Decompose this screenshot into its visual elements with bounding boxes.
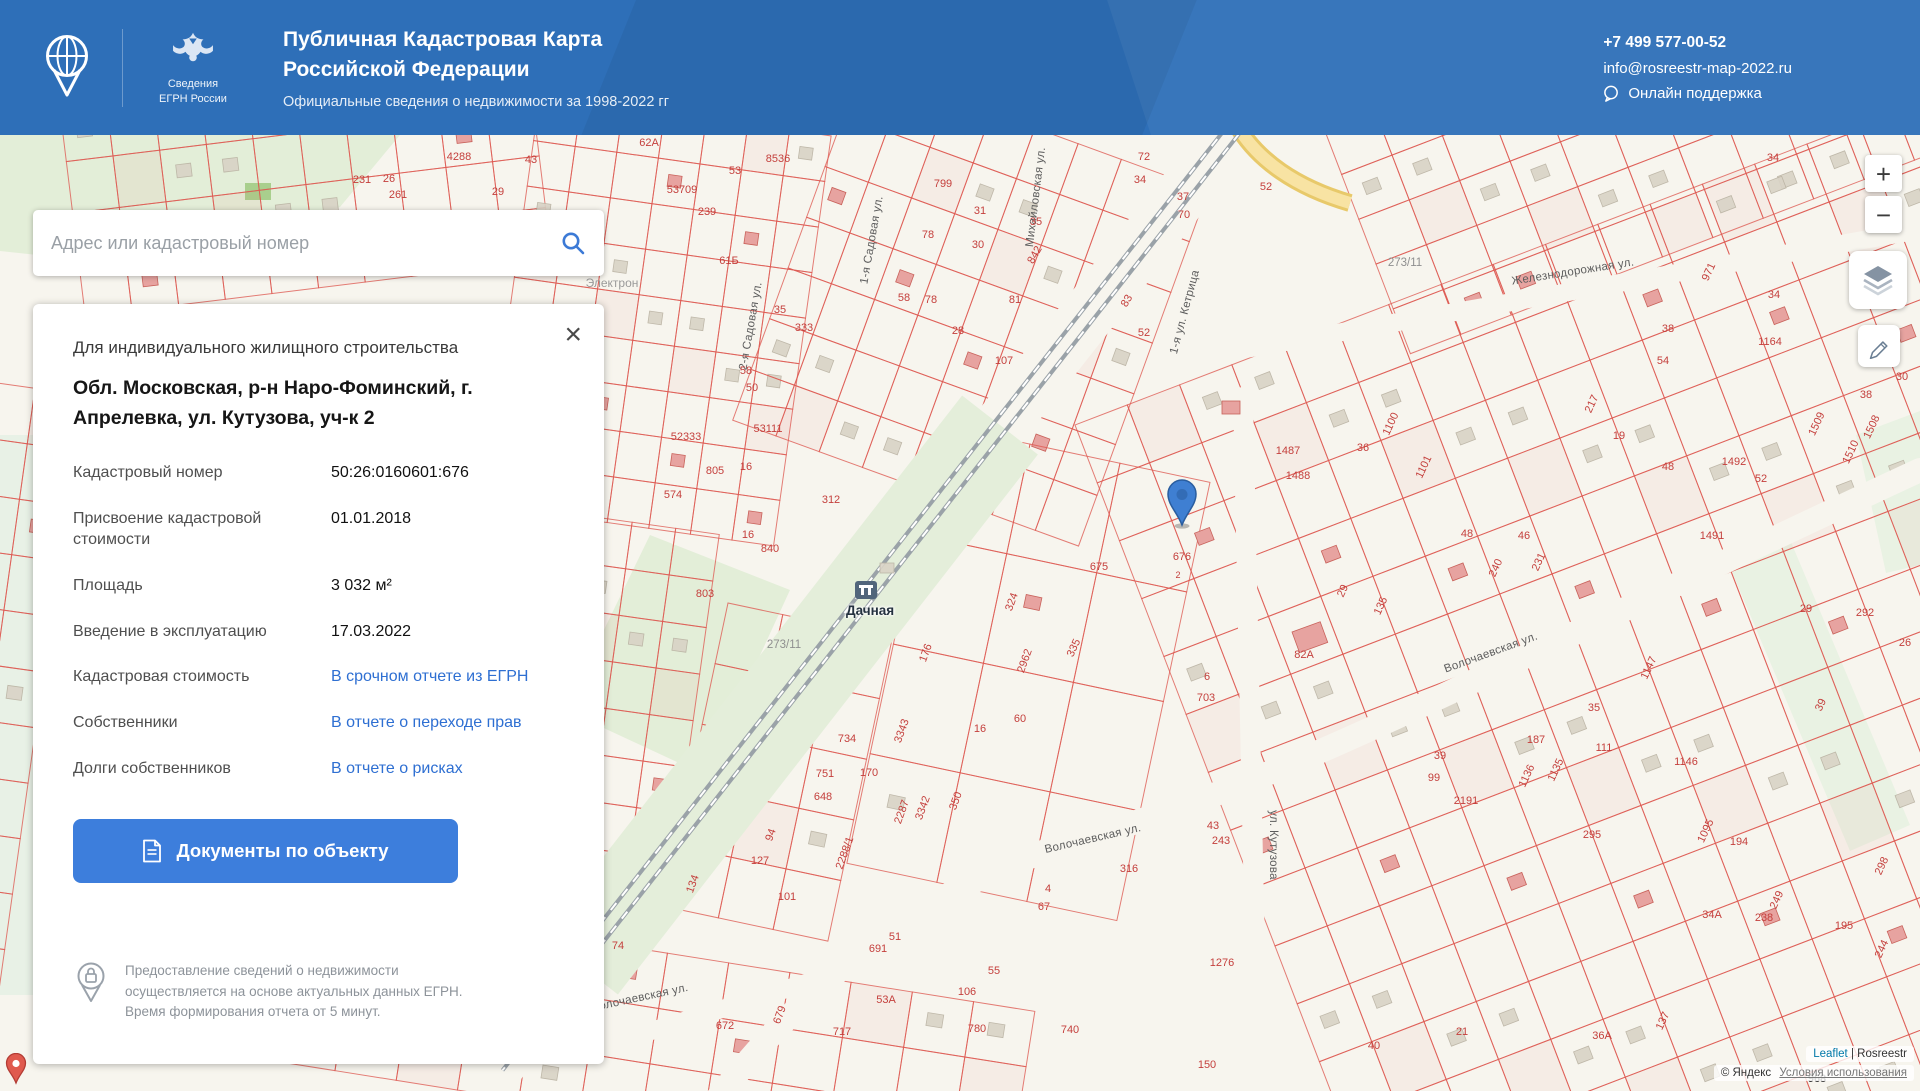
egrn-note: Предоставление сведений о недвижимости о… [73,961,564,1022]
risks-report-link[interactable]: В отчете о рисках [331,759,564,780]
commissioning-date-value: 17.03.2022 [331,622,564,643]
ruler-pencil-icon [1866,333,1892,359]
measure-button[interactable] [1858,325,1900,367]
page-subtitle: Официальные сведения о недвижимости за 1… [283,94,669,110]
map-attribution: Leaflet | Rosreestr © Яндекс Условия исп… [1714,1046,1914,1081]
layers-icon [1860,262,1896,298]
egrn-note-text: Предоставление сведений о недвижимости о… [125,961,495,1022]
close-panel-button[interactable]: × [564,320,582,350]
object-documents-button[interactable]: Документы по объекту [73,819,458,883]
object-address: Обл. Московская, р-н Наро-Фоминский, г. … [73,373,564,433]
chat-bubble-icon [1603,85,1620,102]
pin-lock-icon [73,961,109,1005]
red-map-pin[interactable] [4,1053,28,1090]
map-pin-marker[interactable] [1164,479,1200,536]
search-input[interactable] [33,210,604,276]
cadastral-number-value: 50:26:0160601:676 [331,463,564,484]
document-icon [142,839,162,863]
zoom-controls: + − [1865,155,1902,233]
search-icon[interactable] [560,230,586,261]
object-category: Для индивидуального жилищного строительс… [73,338,564,358]
site-logo-icon[interactable] [38,31,96,104]
attribute-row: Введение в эксплуатацию 17.03.2022 [73,622,564,643]
attribute-row: Площадь 3 032 м² [73,576,564,597]
coat-of-arms-icon [171,29,215,67]
header: Сведения ЕГРН России Публичная Кадастров… [0,0,1920,135]
search-box [33,210,604,276]
cadastral-value-report-link[interactable]: В срочном отчете из ЕГРН [331,667,564,688]
zoom-out-button[interactable]: − [1865,196,1902,233]
object-attributes: Кадастровый номер 50:26:0160601:676 Прис… [73,463,564,804]
emblem-caption-line1: Сведения [147,77,239,92]
layers-button[interactable] [1849,251,1907,309]
contact-email[interactable]: info@rosreestr-map-2022.ru [1603,60,1792,77]
page-title: Публичная Кадастровая Карта Российской Ф… [283,25,669,86]
valuation-date-value: 01.01.2018 [331,509,564,551]
leaflet-link[interactable]: Leaflet [1813,1048,1848,1060]
object-info-panel: × Для индивидуального жилищного строител… [33,304,604,1064]
app: Сведения ЕГРН России Публичная Кадастров… [0,0,1920,1091]
owners-report-link[interactable]: В отчете о переходе прав [331,713,564,734]
attribute-row: Присвоение кадастровой стоимости 01.01.2… [73,509,564,551]
zoom-in-button[interactable]: + [1865,155,1902,192]
emblem-caption-line2: ЕГРН России [147,92,239,107]
header-divider [122,29,123,107]
terms-of-use-link[interactable]: Условия использования [1779,1067,1907,1079]
area-value: 3 032 м² [331,576,564,597]
attribution-separator: | [1851,1048,1854,1060]
rosreestr-link[interactable]: Rosreestr [1857,1048,1907,1060]
egrn-emblem: Сведения ЕГРН России [147,29,239,107]
attribute-row: Кадастровая стоимость В срочном отчете и… [73,667,564,688]
attribute-row: Кадастровый номер 50:26:0160601:676 [73,463,564,484]
online-support-link[interactable]: Онлайн поддержка [1603,85,1792,102]
contact-phone[interactable]: +7 499 577-00-52 [1603,34,1792,52]
yandex-copyright: © Яндекс [1721,1067,1771,1079]
attribute-row: Долги собственников В отчете о рисках [73,759,564,780]
attribute-row: Собственники В отчете о переходе прав [73,713,564,734]
